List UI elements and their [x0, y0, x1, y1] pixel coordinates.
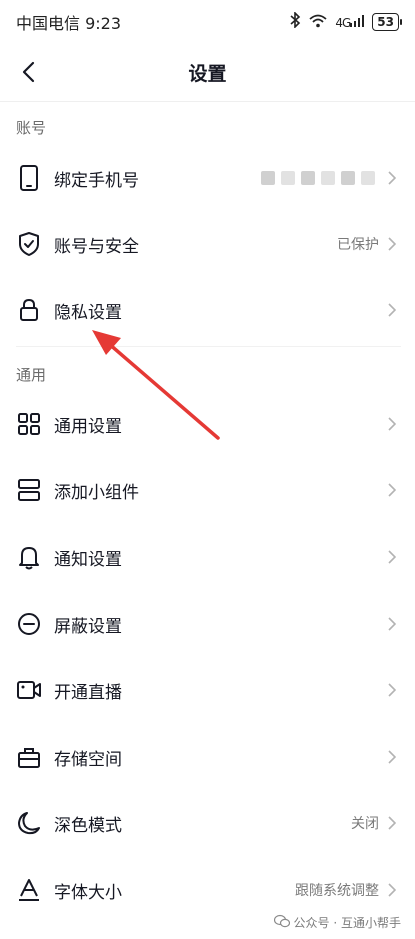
status-icons: 4G 53 — [289, 11, 402, 32]
row-label: 账号与安全 — [54, 236, 139, 257]
row-general-settings[interactable]: 通用设置 — [0, 391, 415, 457]
row-value: 关闭 — [351, 816, 379, 832]
row-label: 隐私设置 — [54, 302, 122, 323]
chevron-right-icon — [385, 617, 399, 631]
wifi-icon — [309, 13, 327, 32]
network-type: 4G — [335, 15, 351, 30]
carrier-time: 中国电信 9:23 — [16, 14, 122, 33]
watermark-text: 公众号 · 互通小帮手 — [293, 916, 401, 930]
masked-phone-number — [261, 171, 375, 185]
shield-icon — [16, 231, 42, 257]
minus-circle-icon — [16, 611, 42, 637]
widget-icon — [16, 477, 42, 503]
chevron-right-icon — [385, 171, 399, 185]
back-button[interactable] — [12, 56, 44, 88]
row-label: 深色模式 — [54, 815, 122, 836]
row-label: 屏蔽设置 — [54, 616, 122, 637]
watermark: 公众号 · 互通小帮手 — [273, 914, 401, 931]
row-label: 绑定手机号 — [54, 170, 139, 191]
section-divider — [16, 346, 401, 347]
row-label: 添加小组件 — [54, 482, 139, 503]
row-notification-settings[interactable]: 通知设置 — [0, 524, 415, 590]
phone-icon — [16, 165, 42, 191]
section-label-general: 通用 — [16, 366, 47, 384]
signal-icon: 4G — [335, 14, 365, 30]
row-privacy-settings[interactable]: 隐私设置 — [0, 277, 415, 343]
row-bind-phone[interactable]: 绑定手机号 — [0, 145, 415, 211]
nav-divider — [0, 101, 415, 102]
nav-bar: 设置 — [0, 44, 415, 100]
chevron-right-icon — [385, 483, 399, 497]
row-value: 已保护 — [337, 237, 379, 253]
chevron-left-icon — [22, 61, 35, 83]
row-storage[interactable]: 存储空间 — [0, 724, 415, 790]
chevron-right-icon — [385, 816, 399, 830]
section-label-account: 账号 — [16, 119, 47, 137]
battery-indicator: 53 — [372, 13, 402, 31]
storage-box-icon — [16, 744, 42, 770]
status-bar: 中国电信 9:23 4G 53 — [0, 0, 415, 44]
row-label: 通用设置 — [54, 416, 122, 437]
font-size-icon — [16, 877, 42, 903]
row-label: 存储空间 — [54, 749, 122, 770]
chevron-right-icon — [385, 237, 399, 251]
wechat-icon — [273, 914, 290, 931]
chevron-right-icon — [385, 303, 399, 317]
row-account-security[interactable]: 账号与安全 已保护 — [0, 211, 415, 277]
grid-icon — [16, 411, 42, 437]
moon-icon — [16, 810, 42, 836]
bell-icon — [16, 544, 42, 570]
chevron-right-icon — [385, 883, 399, 897]
bluetooth-icon — [289, 11, 301, 32]
video-camera-icon — [16, 677, 42, 703]
chevron-right-icon — [385, 550, 399, 564]
row-block-settings[interactable]: 屏蔽设置 — [0, 591, 415, 657]
row-label: 字体大小 — [54, 882, 122, 903]
row-add-widget[interactable]: 添加小组件 — [0, 457, 415, 523]
row-go-live[interactable]: 开通直播 — [0, 657, 415, 723]
row-label: 通知设置 — [54, 549, 122, 570]
row-dark-mode[interactable]: 深色模式 关闭 — [0, 790, 415, 856]
chevron-right-icon — [385, 750, 399, 764]
lock-icon — [16, 297, 42, 323]
chevron-right-icon — [385, 683, 399, 697]
page-title: 设置 — [188, 62, 227, 85]
chevron-right-icon — [385, 417, 399, 431]
row-label: 开通直播 — [54, 682, 122, 703]
row-value: 跟随系统调整 — [295, 883, 379, 899]
